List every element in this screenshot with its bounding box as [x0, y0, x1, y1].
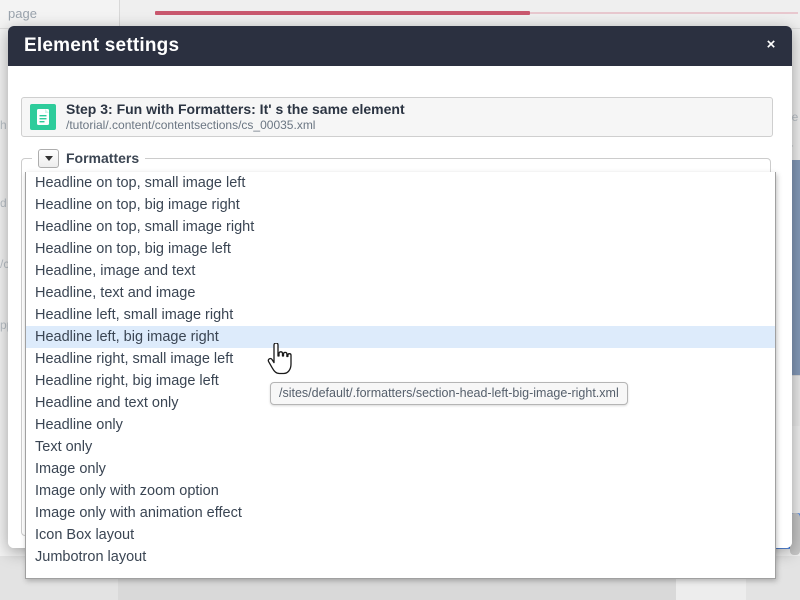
page-title: Element settings [24, 35, 180, 56]
formatter-path-tooltip: /sites/default/.formatters/section-head-… [270, 382, 628, 405]
background-page-label: page [8, 6, 37, 21]
formatter-option[interactable]: Headline left, small image right [26, 304, 775, 326]
formatter-option[interactable]: Headline only [26, 414, 775, 436]
formatter-option[interactable]: Image only [26, 458, 775, 480]
collapse-toggle-button[interactable] [38, 148, 59, 168]
background-accent-line [155, 11, 530, 15]
screen: page h d /c pp if q be T Element setting… [0, 0, 800, 600]
formatter-option[interactable]: Image only with zoom option [26, 480, 775, 502]
formatter-option[interactable]: Headline on top, small image left [26, 172, 775, 194]
formatter-option[interactable]: Text only [26, 436, 775, 458]
formatter-option[interactable]: Image only with animation effect [26, 502, 775, 524]
document-icon [30, 104, 56, 130]
background-accent-line-faint [530, 12, 798, 14]
resource-path: /tutorial/.content/contentsections/cs_00… [66, 118, 316, 132]
dialog-title-bar: Element settings × [8, 26, 792, 67]
background-text-fragment: d [0, 196, 7, 210]
formatters-legend: Formatters [32, 147, 146, 169]
caret-down-icon [44, 155, 53, 161]
formatter-option[interactable]: Headline, text and image [26, 282, 775, 304]
close-icon[interactable]: × [763, 37, 779, 53]
formatter-option-list[interactable]: Headline on top, small image left Headli… [25, 172, 776, 579]
formatter-option-highlighted[interactable]: Headline left, big image right [26, 326, 775, 348]
resource-info-box: Step 3: Fun with Formatters: It' s the s… [21, 97, 773, 137]
background-text-fragment: h [0, 118, 7, 132]
formatter-option[interactable]: Headline right, small image left [26, 348, 775, 370]
formatter-option[interactable]: Icon Box layout [26, 524, 775, 546]
formatter-option[interactable]: Headline on top, small image right [26, 216, 775, 238]
formatter-option[interactable]: Headline on top, big image left [26, 238, 775, 260]
formatter-option[interactable]: Jumbotron layout [26, 546, 775, 568]
formatters-legend-label: Formatters [66, 150, 140, 166]
formatter-option[interactable]: Headline, image and text [26, 260, 775, 282]
resource-title: Step 3: Fun with Formatters: It' s the s… [66, 101, 405, 117]
formatter-option[interactable]: Headline on top, big image right [26, 194, 775, 216]
